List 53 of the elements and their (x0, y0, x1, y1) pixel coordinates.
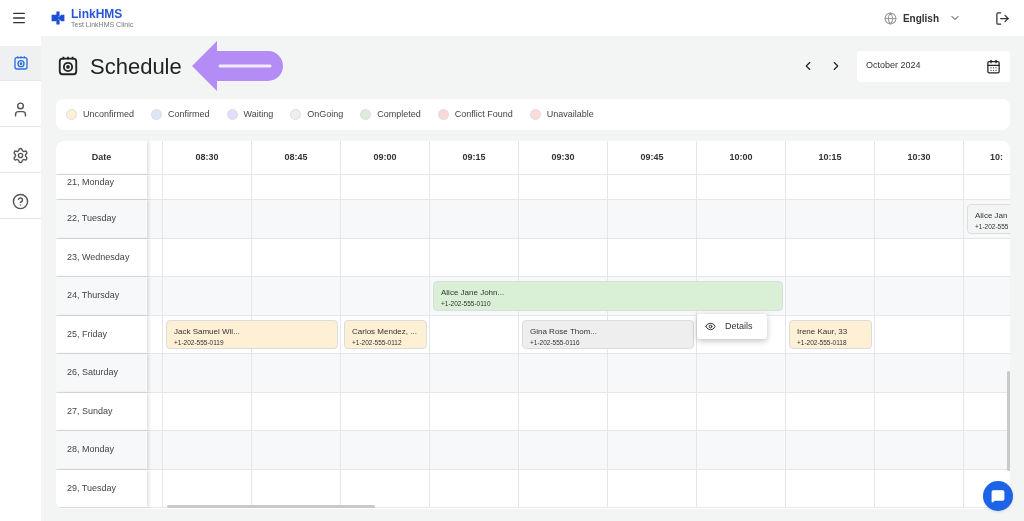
date-label: 25, Friday (67, 327, 108, 341)
legend-label: Waiting (243, 107, 274, 121)
eye-icon (705, 321, 716, 332)
calendar-icon[interactable] (986, 58, 1001, 74)
logo-icon (50, 10, 66, 26)
legend-label: Confirmed (168, 107, 210, 121)
column-header: 09:15 (430, 141, 519, 174)
column-header: 10: (964, 141, 1010, 174)
date-label: 28, Monday (67, 443, 115, 456)
patient-name: Carlos Mendez, ... (352, 325, 418, 337)
patient-name: Alice Jan (975, 210, 1009, 221)
chat-icon (991, 489, 1005, 503)
brand-name: LinkHMS (71, 8, 124, 20)
legend-label: Unconfirmed (83, 107, 135, 121)
menu-item[interactable]: Details (697, 318, 767, 335)
date-label: 29, Tuesday (67, 481, 117, 495)
column-header: 10:15 (786, 141, 875, 174)
date-label: 27, Sunday (67, 404, 113, 418)
column-header: 09:30 (519, 141, 608, 174)
column-header: 09:45 (608, 141, 697, 174)
legend-label: OnGoing (307, 107, 344, 121)
page-title: Schedule (90, 52, 182, 81)
patient-name: Irene Kaur, 33 (797, 325, 849, 337)
patient-name: Gina Rose Thom... (530, 325, 598, 337)
scrollbar-thumb[interactable] (1007, 371, 1010, 471)
schedule-icon (57, 55, 79, 77)
chat-button[interactable] (983, 481, 1013, 511)
legend-label: Conflict Found (454, 107, 513, 121)
column-header: 10:00 (697, 141, 786, 174)
date-label: 24, Thursday (67, 289, 120, 302)
column-header: 09:00 (341, 141, 430, 174)
user-icon (12, 100, 29, 118)
column-header: 08:30 (163, 141, 252, 174)
column-header: Date (56, 141, 147, 174)
help-icon (12, 192, 29, 210)
legend-label: Unavailable (546, 107, 594, 121)
language-button[interactable]: English (883, 10, 961, 26)
month-field[interactable]: October 2024 (857, 50, 1010, 82)
column-header: 08:45 (252, 141, 341, 174)
settings-icon (12, 146, 29, 164)
scrollbar-thumb[interactable] (167, 505, 375, 508)
schedule-icon (12, 55, 29, 71)
sidebar-item[interactable] (0, 46, 41, 81)
legend-label: Completed (377, 107, 421, 121)
globe-icon (883, 11, 897, 25)
date-label: 23, Wednesday (67, 250, 130, 264)
column-header: 10:30 (875, 141, 964, 174)
patient-name: Alice Jane John... (441, 287, 506, 298)
date-label: 21, Monday (67, 176, 115, 189)
date-label: 26, Saturday (67, 366, 119, 379)
patient-name: Jack Samuel Wil... (174, 325, 241, 337)
logout-icon[interactable] (995, 10, 1010, 26)
date-label: 22, Tuesday (67, 212, 117, 225)
